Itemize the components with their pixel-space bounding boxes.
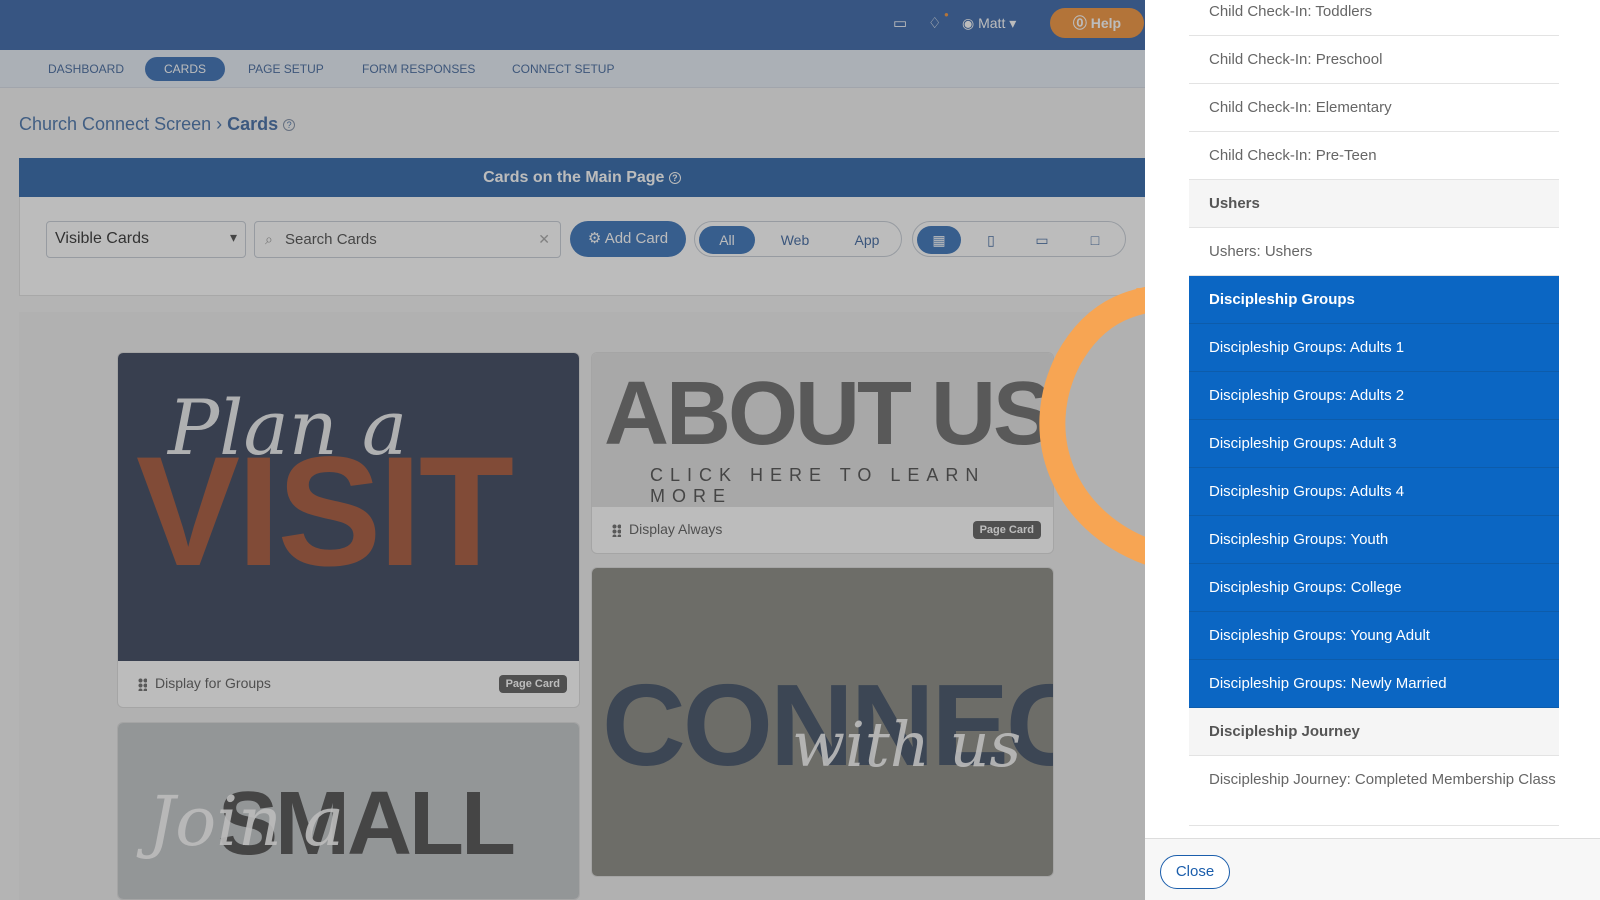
card-image: CONNECT with us	[592, 568, 1053, 876]
tab-cards[interactable]: CARDS	[145, 57, 225, 81]
tab-page-setup[interactable]: PAGE SETUP	[248, 57, 324, 81]
group-option[interactable]: Discipleship Groups: Newly Married	[1189, 660, 1559, 708]
panel-footer: Close	[1145, 838, 1600, 900]
card-footer: Display for Groups Page Card	[138, 675, 567, 697]
tablet-icon[interactable]: ▭	[1020, 226, 1064, 254]
group-option[interactable]: Child Check-In: Preschool	[1189, 36, 1559, 84]
card-plan-visit[interactable]: VISIT Plan a Display for Groups Page Card	[117, 352, 580, 708]
help-icon[interactable]: ?	[283, 119, 296, 132]
card-footer: Display Always Page Card	[612, 521, 1041, 543]
main-page-cards-header: Cards on the Main Page ?	[19, 158, 1145, 197]
user-name: Matt	[978, 15, 1006, 31]
bell-icon[interactable]: ♢	[928, 14, 941, 32]
tab-form-responses[interactable]: FORM RESPONSES	[362, 57, 475, 81]
notification-dot: ●	[944, 10, 949, 19]
card-connect[interactable]: CONNECT with us	[591, 567, 1054, 877]
card-image: VISIT Plan a	[118, 353, 579, 661]
cards-canvas: VISIT Plan a Display for Groups Page Card…	[19, 312, 1145, 900]
card-image: SMALL Join a	[118, 723, 579, 899]
page-card-badge: Page Card	[972, 521, 1041, 539]
group-heading[interactable]: Discipleship Groups	[1189, 276, 1559, 324]
user-menu[interactable]: ◉ Matt ▾	[962, 15, 1016, 32]
device-view-filter: ▦ ▯ ▭ □	[912, 221, 1126, 257]
page-card-badge: Page Card	[498, 675, 567, 693]
group-option[interactable]: Discipleship Groups: Adults 1	[1189, 324, 1559, 372]
info-icon[interactable]: ?	[668, 171, 681, 184]
learn-more-text: CLICK HERE TO LEARN MORE	[650, 465, 986, 506]
tab-dashboard[interactable]: DASHBOARD	[48, 57, 124, 81]
card-caption: Display for Groups	[155, 675, 271, 691]
join-a-script: Join a	[148, 783, 344, 862]
group-option[interactable]: Discipleship Groups: Young Adult	[1189, 612, 1559, 660]
chevron-right-icon: ›	[216, 114, 223, 134]
card-small-groups[interactable]: SMALL Join a	[117, 722, 580, 900]
group-list: Child Check-In: Toddlers Child Check-In: …	[1189, 0, 1559, 840]
add-card-button[interactable]: ⚙ Add Card	[570, 221, 686, 257]
visibility-select[interactable]: Visible Cards	[46, 221, 246, 258]
card-caption: Display Always	[629, 521, 723, 537]
grid-icon[interactable]: ▦	[917, 226, 961, 254]
clear-icon[interactable]: ✕	[538, 222, 550, 257]
with-us-script: with us	[792, 708, 1022, 781]
plan-a-script: Plan a	[168, 383, 408, 472]
group-option[interactable]: Discipleship Groups: Adult 3	[1189, 420, 1559, 468]
tab-connect-setup[interactable]: CONNECT SETUP	[512, 57, 614, 81]
desktop-icon[interactable]: □	[1073, 226, 1117, 254]
breadcrumb-parent[interactable]: Church Connect Screen	[19, 114, 211, 134]
card-image: ABOUT US CLICK HERE TO LEARN MORE	[592, 353, 1053, 507]
drag-handle-icon[interactable]	[612, 523, 621, 537]
group-option[interactable]: Discipleship Groups: Adults 4	[1189, 468, 1559, 516]
group-option[interactable]: Discipleship Groups: Youth	[1189, 516, 1559, 564]
user-icon: ◉	[962, 15, 975, 31]
group-filter-panel: Child Check-In: Toddlers Child Check-In: …	[1145, 0, 1600, 900]
group-option[interactable]: Child Check-In: Elementary	[1189, 84, 1559, 132]
search-icon: ⌕	[265, 231, 273, 247]
group-option[interactable]: Child Check-In: Pre-Teen	[1189, 132, 1559, 180]
filter-all[interactable]: All	[699, 226, 755, 254]
add-card-label: Add Card	[604, 230, 669, 247]
group-option[interactable]: Discipleship Groups: College	[1189, 564, 1559, 612]
platform-filter: All Web App	[694, 221, 902, 257]
search-placeholder: Search Cards	[285, 231, 377, 248]
group-heading[interactable]: Discipleship Journey	[1189, 708, 1559, 756]
phone-icon[interactable]: ▯	[969, 226, 1013, 254]
about-us-word: ABOUT US	[604, 364, 1053, 464]
calendar-icon[interactable]: ▭	[893, 14, 907, 32]
breadcrumb-current: Cards	[227, 114, 279, 134]
help-label: Help	[1090, 15, 1122, 31]
card-about-us[interactable]: ABOUT US CLICK HERE TO LEARN MORE Displa…	[591, 352, 1054, 554]
help-button[interactable]: ⓪ Help	[1050, 8, 1144, 38]
group-option[interactable]: Ushers: Ushers	[1189, 228, 1559, 276]
breadcrumb: Church Connect Screen › Cards ?	[19, 114, 296, 135]
filter-web[interactable]: Web	[770, 226, 820, 254]
close-button[interactable]: Close	[1160, 855, 1230, 889]
group-option[interactable]: Discipleship Groups: Adults 2	[1189, 372, 1559, 420]
section-title: Cards on the Main Page	[483, 169, 665, 186]
top-bar: ▭ ♢ ● ◉ Matt ▾ ⓪ Help	[0, 0, 1145, 50]
group-option[interactable]: Discipleship Journey: Completed Membersh…	[1189, 756, 1559, 826]
church-connect-app: ▭ ♢ ● ◉ Matt ▾ ⓪ Help DASHBOARD CARDS PA…	[0, 0, 1145, 900]
group-option[interactable]: Child Check-In: Toddlers	[1189, 0, 1559, 36]
filter-app[interactable]: App	[842, 226, 892, 254]
drag-handle-icon[interactable]	[138, 677, 147, 691]
group-heading[interactable]: Ushers	[1189, 180, 1559, 228]
search-input[interactable]: ⌕ Search Cards ✕	[254, 221, 561, 258]
